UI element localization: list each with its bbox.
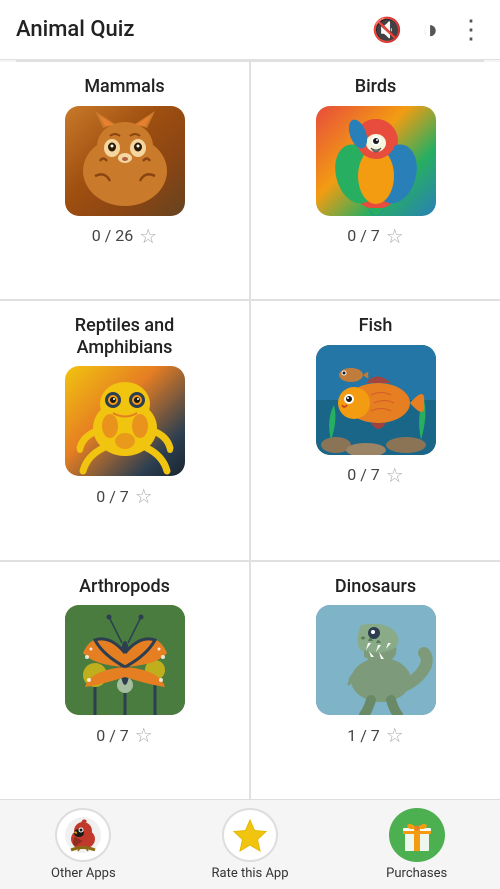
- nav-other-apps[interactable]: Other Apps: [0, 800, 167, 889]
- app-title: Animal Quiz: [16, 17, 372, 42]
- card-score-mammals: 0 / 26 ☆: [92, 224, 157, 248]
- card-image-arthropods: [65, 605, 185, 715]
- star-icon-arthropods: ☆: [135, 723, 153, 747]
- star-icon-dinosaurs: ☆: [386, 723, 404, 747]
- card-mammals[interactable]: Mammals: [0, 62, 249, 299]
- card-score-arthropods: 0 / 7 ☆: [96, 723, 152, 747]
- nav-purchases-label: Purchases: [386, 866, 447, 881]
- nav-rate-app-icon: [222, 808, 278, 862]
- star-icon-fish: ☆: [386, 463, 404, 487]
- card-title-reptiles: Reptiles and Amphibians: [75, 315, 175, 358]
- card-score-dinosaurs: 1 / 7 ☆: [347, 723, 403, 747]
- card-title-birds: Birds: [355, 76, 397, 98]
- card-image-birds: [316, 106, 436, 216]
- more-options-icon[interactable]: ⋮: [458, 15, 484, 45]
- nav-other-apps-icon: [55, 808, 111, 862]
- nav-rate-app[interactable]: Rate this App: [167, 800, 334, 889]
- card-score-reptiles: 0 / 7 ☆: [96, 484, 152, 508]
- star-icon-mammals: ☆: [139, 224, 157, 248]
- card-dinosaurs[interactable]: Dinosaurs: [251, 562, 500, 799]
- card-title-mammals: Mammals: [84, 76, 164, 98]
- header-actions: 🔇 ◑ ⋮: [372, 14, 484, 45]
- card-image-mammals: [65, 106, 185, 216]
- mute-icon[interactable]: 🔇: [372, 16, 402, 44]
- card-image-dinosaurs: [316, 605, 436, 715]
- card-birds[interactable]: Birds: [251, 62, 500, 299]
- bottom-navigation: Other Apps Rate this App: [0, 799, 500, 889]
- nav-other-apps-label: Other Apps: [51, 866, 116, 881]
- star-icon-reptiles: ☆: [135, 484, 153, 508]
- brightness-icon[interactable]: ◑: [422, 14, 438, 45]
- star-icon-birds: ☆: [386, 224, 404, 248]
- card-score-fish: 0 / 7 ☆: [347, 463, 403, 487]
- card-title-dinosaurs: Dinosaurs: [335, 576, 416, 598]
- card-arthropods[interactable]: Arthropods: [0, 562, 249, 799]
- card-title-fish: Fish: [359, 315, 393, 337]
- category-grid: Mammals: [0, 62, 500, 799]
- card-title-arthropods: Arthropods: [79, 576, 170, 598]
- card-image-fish: [316, 345, 436, 455]
- nav-purchases-icon: [389, 808, 445, 862]
- card-image-reptiles: [65, 366, 185, 476]
- card-fish[interactable]: Fish: [251, 301, 500, 560]
- app-header: Animal Quiz 🔇 ◑ ⋮: [0, 0, 500, 60]
- card-score-birds: 0 / 7 ☆: [347, 224, 403, 248]
- nav-rate-app-label: Rate this App: [211, 866, 288, 881]
- nav-purchases[interactable]: Purchases: [333, 800, 500, 889]
- card-reptiles[interactable]: Reptiles and Amphibians: [0, 301, 249, 560]
